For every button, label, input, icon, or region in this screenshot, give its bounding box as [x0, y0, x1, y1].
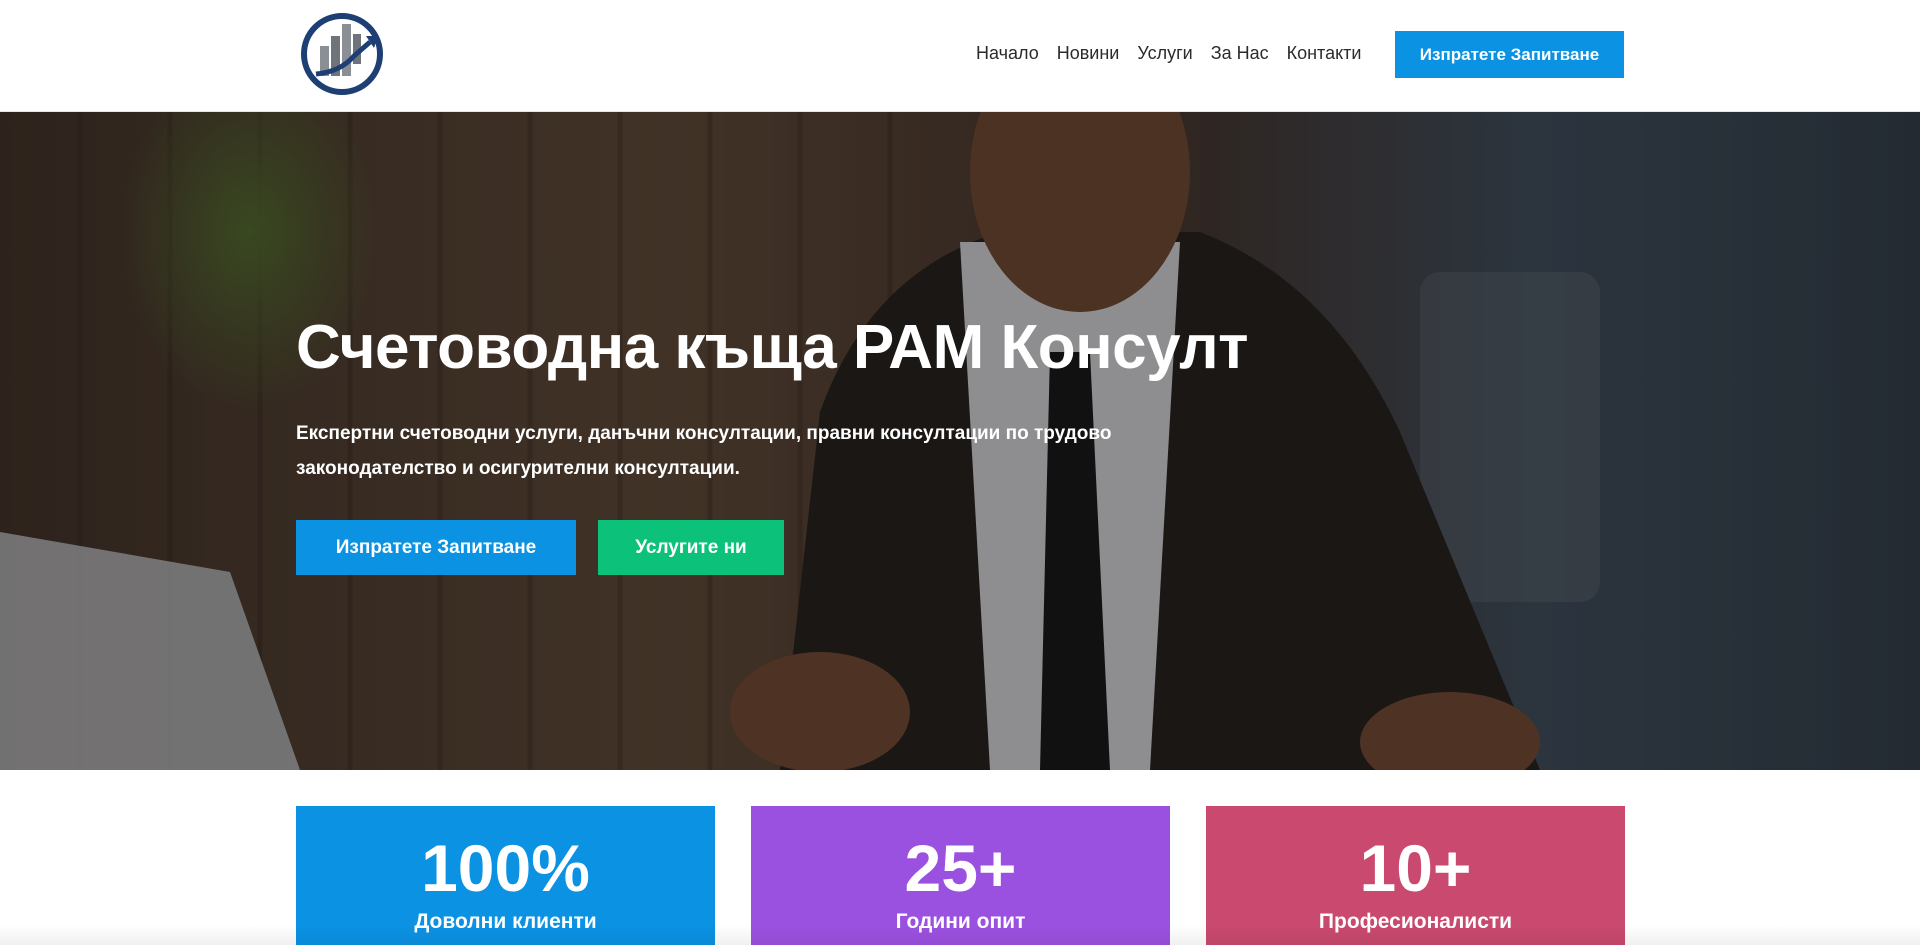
bottom-shadow [0, 925, 1920, 945]
hero-section: Счетоводна къща РАМ Консулт Експертни сч… [0, 112, 1920, 770]
nav-link-contacts[interactable]: Контакти [1287, 43, 1362, 64]
stat-value: 25+ [904, 831, 1017, 905]
stat-value: 100% [421, 831, 590, 905]
hero-subtitle: Експертни счетоводни услуги, данъчни кон… [296, 416, 1196, 486]
hero-services-button[interactable]: Услугите ни [598, 520, 784, 575]
nav-link-news[interactable]: Новини [1057, 43, 1120, 64]
stat-value: 10+ [1359, 831, 1472, 905]
company-logo[interactable] [300, 12, 388, 96]
hero-inquiry-button[interactable]: Изпратете Запитване [296, 520, 576, 575]
hero-subtitle-line-1: Експертни счетоводни услуги, данъчни кон… [296, 423, 1112, 444]
hero-title: Счетоводна къща РАМ Консулт [296, 313, 1249, 382]
main-nav: Начало Новини Услуги За Нас Контакти [976, 43, 1361, 64]
nav-link-about[interactable]: За Нас [1211, 43, 1269, 64]
nav-link-services[interactable]: Услуги [1137, 43, 1192, 64]
header-inquiry-button[interactable]: Изпратете Запитване [1395, 31, 1624, 78]
nav-link-home[interactable]: Начало [976, 43, 1039, 64]
site-header: Начало Новини Услуги За Нас Контакти Изп… [0, 0, 1920, 112]
hero-subtitle-line-2: законодателство и осигурителни консултац… [296, 458, 740, 479]
